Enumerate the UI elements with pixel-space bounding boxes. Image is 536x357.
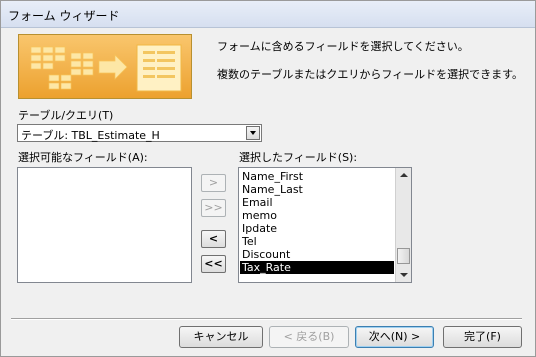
- remove-all-fields-button[interactable]: <<: [201, 255, 226, 273]
- table-query-select[interactable]: テーブル: TBL_Estimate_H: [17, 124, 262, 142]
- available-fields-label: 選択可能なフィールド(A):: [18, 151, 148, 164]
- list-item[interactable]: Email: [242, 196, 273, 209]
- list-item[interactable]: Name_First: [242, 170, 303, 183]
- selected-fields-scrollbar[interactable]: [395, 168, 411, 282]
- back-button[interactable]: < 戻る(B): [269, 326, 349, 348]
- selected-fields-list[interactable]: Name_First Name_Last Email memo Ipdate T…: [238, 167, 412, 283]
- list-item[interactable]: Discount: [242, 248, 290, 261]
- intro-text-2: 複数のテーブルまたはクエリからフィールドを選択できます。: [217, 68, 524, 81]
- remove-field-button[interactable]: <: [201, 230, 226, 248]
- scroll-down-icon[interactable]: [400, 273, 408, 277]
- add-field-button[interactable]: >: [201, 174, 226, 192]
- scrollbar-thumb[interactable]: [397, 248, 410, 264]
- available-fields-list[interactable]: [17, 167, 192, 283]
- finish-button[interactable]: 完了(F): [443, 326, 522, 348]
- window-title: フォーム ウィザード: [8, 9, 120, 23]
- list-item[interactable]: Name_Last: [242, 183, 303, 196]
- chevron-down-icon[interactable]: [246, 126, 260, 140]
- footer-divider: [11, 318, 522, 320]
- next-button[interactable]: 次へ(N) >: [355, 326, 434, 348]
- scroll-up-icon[interactable]: [400, 173, 408, 177]
- wizard-illustration-graphic: [19, 35, 191, 98]
- intro-text-1: フォームに含めるフィールドを選択してください。: [217, 40, 469, 53]
- list-item-selected[interactable]: Tax_Rate: [240, 261, 394, 274]
- wizard-illustration: [18, 34, 192, 99]
- add-all-fields-button[interactable]: >>: [201, 199, 226, 217]
- table-query-label: テーブル/クエリ(T): [18, 109, 114, 122]
- list-item[interactable]: memo: [242, 209, 277, 222]
- selected-fields-label: 選択したフィールド(S):: [239, 151, 358, 164]
- list-item[interactable]: Ipdate: [242, 222, 277, 235]
- list-item[interactable]: Tel: [242, 235, 257, 248]
- form-wizard-dialog: フォーム ウィザード フォームに含めるフィールドを選択してください。 複数のテー…: [0, 0, 536, 357]
- title-bar[interactable]: フォーム ウィザード: [1, 1, 535, 28]
- cancel-button[interactable]: キャンセル: [179, 326, 263, 348]
- table-query-value: テーブル: TBL_Estimate_H: [21, 129, 160, 142]
